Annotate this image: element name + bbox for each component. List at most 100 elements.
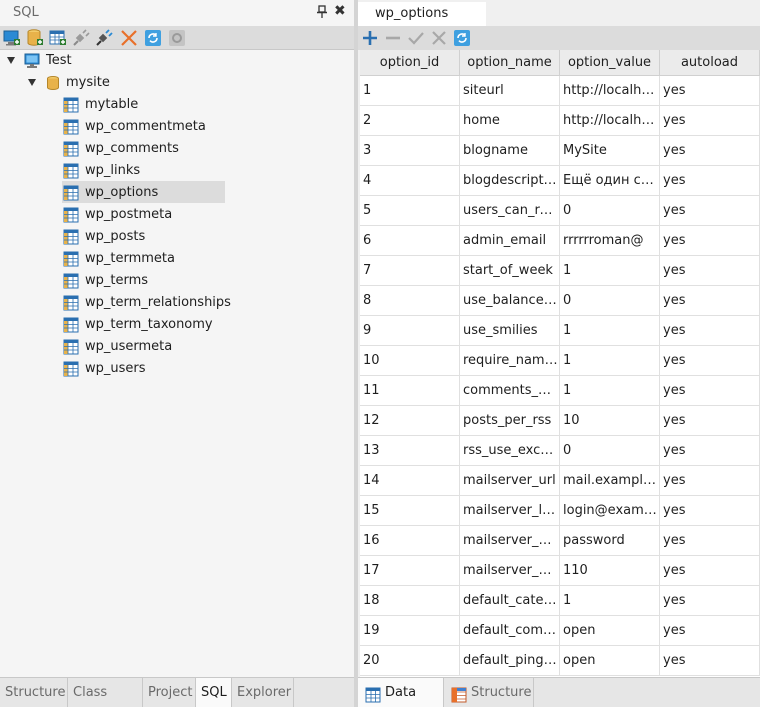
tree-node-table[interactable]: wp_term_relationships (63, 292, 323, 314)
column-header-option-name[interactable]: option_name (460, 50, 560, 76)
cell-option-id[interactable]: 19 (360, 616, 460, 646)
cell-option-name[interactable]: blogdescription (460, 166, 560, 196)
cell-option-id[interactable]: 9 (360, 316, 460, 346)
cell-option-name[interactable]: require_name_email (460, 346, 560, 376)
cell-autoload[interactable]: yes (660, 166, 760, 196)
table-row[interactable]: 6 admin_email rrrrrroman@ yes (360, 226, 760, 256)
cell-option-id[interactable]: 8 (360, 286, 460, 316)
cell-option-value[interactable]: 110 (560, 556, 660, 586)
cell-option-name[interactable]: admin_email (460, 226, 560, 256)
close-icon[interactable]: ✖ (334, 3, 346, 19)
cell-autoload[interactable]: yes (660, 226, 760, 256)
tab-structure-view[interactable]: Structure (444, 678, 534, 707)
table-row[interactable]: 4 blogdescription Ещё один сайт yes (360, 166, 760, 196)
cell-option-id[interactable]: 20 (360, 646, 460, 676)
cell-autoload[interactable]: yes (660, 196, 760, 226)
cell-autoload[interactable]: yes (660, 346, 760, 376)
cell-autoload[interactable]: yes (660, 286, 760, 316)
table-row[interactable]: 2 home http://localhost yes (360, 106, 760, 136)
cell-autoload[interactable]: yes (660, 646, 760, 676)
cell-option-name[interactable]: mailserver_pass (460, 526, 560, 556)
new-connection-icon[interactable] (2, 28, 22, 48)
table-row[interactable]: 18default_category1yes (360, 586, 760, 616)
table-row[interactable]: 1 siteurl http://localhost yes (360, 76, 760, 106)
cell-option-value[interactable]: open (560, 616, 660, 646)
table-row[interactable]: 13 rss_use_excerpt 0 yes (360, 436, 760, 466)
cell-autoload[interactable]: yes (660, 556, 760, 586)
cell-option-value[interactable]: Ещё один сайт (560, 166, 660, 196)
tab-sql[interactable]: SQL (196, 678, 232, 707)
table-row[interactable]: 12 posts_per_rss 10 yes (360, 406, 760, 436)
cell-autoload[interactable]: yes (660, 376, 760, 406)
cell-autoload[interactable]: yes (660, 76, 760, 106)
tree-node-table[interactable]: wp_comments (63, 138, 323, 160)
apply-icon[interactable] (406, 28, 426, 48)
table-row[interactable]: 5users_can_register0yes (360, 196, 760, 226)
cell-autoload[interactable]: yes (660, 466, 760, 496)
cell-option-value[interactable]: MySite (560, 136, 660, 166)
cell-option-name[interactable]: default_comment_status (460, 616, 560, 646)
cell-option-id[interactable]: 10 (360, 346, 460, 376)
cell-autoload[interactable]: yes (660, 106, 760, 136)
cell-option-value[interactable]: 0 (560, 436, 660, 466)
cell-option-value[interactable]: 10 (560, 406, 660, 436)
cell-option-id[interactable]: 18 (360, 586, 460, 616)
add-row-icon[interactable] (360, 28, 380, 48)
tree-node-table[interactable]: wp_postmeta (63, 204, 323, 226)
tab-explorer[interactable]: Explorer (232, 678, 294, 707)
cell-autoload[interactable]: yes (660, 406, 760, 436)
cell-option-name[interactable]: comments_notify (460, 376, 560, 406)
table-row[interactable]: 16 mailserver_pass password yes (360, 526, 760, 556)
table-row[interactable]: 7 start_of_week 1 yes (360, 256, 760, 286)
tree-node-table[interactable]: wp_links (63, 160, 323, 182)
tab-project[interactable]: Project (143, 678, 196, 707)
cell-option-value[interactable]: 1 (560, 586, 660, 616)
cell-option-value[interactable]: 0 (560, 286, 660, 316)
cell-option-id[interactable]: 14 (360, 466, 460, 496)
cell-option-name[interactable]: default_ping_status (460, 646, 560, 676)
cell-option-name[interactable]: use_smilies (460, 316, 560, 346)
cell-option-name[interactable]: mailserver_port (460, 556, 560, 586)
tree-node-table[interactable]: wp_posts (63, 226, 323, 248)
tree-node-table[interactable]: wp_users (63, 358, 323, 380)
table-row[interactable]: 20default_ping_statusopenyes (360, 646, 760, 676)
cell-option-id[interactable]: 17 (360, 556, 460, 586)
column-header-option-value[interactable]: option_value (560, 50, 660, 76)
cell-autoload[interactable]: yes (660, 136, 760, 166)
cell-option-value[interactable]: 1 (560, 346, 660, 376)
remove-row-icon[interactable] (383, 28, 403, 48)
disconnect-icon[interactable] (71, 28, 91, 48)
cell-option-name[interactable]: posts_per_rss (460, 406, 560, 436)
tree-node-table[interactable]: wp_termmeta (63, 248, 323, 270)
cell-option-id[interactable]: 7 (360, 256, 460, 286)
cell-option-name[interactable]: start_of_week (460, 256, 560, 286)
cell-option-name[interactable]: mailserver_url (460, 466, 560, 496)
cell-option-name[interactable]: default_category (460, 586, 560, 616)
cell-option-value[interactable]: password (560, 526, 660, 556)
tree-node-table[interactable]: wp_options (63, 182, 323, 204)
cell-option-name[interactable]: home (460, 106, 560, 136)
cell-option-id[interactable]: 3 (360, 136, 460, 166)
table-row[interactable]: 11comments_notify1yes (360, 376, 760, 406)
column-header-autoload[interactable]: autoload (660, 50, 760, 76)
cell-option-id[interactable]: 1 (360, 76, 460, 106)
cell-autoload[interactable]: yes (660, 586, 760, 616)
cell-option-value[interactable]: open (560, 646, 660, 676)
cell-autoload[interactable]: yes (660, 616, 760, 646)
cell-option-value[interactable]: 1 (560, 376, 660, 406)
tree-node-table[interactable]: wp_commentmeta (63, 116, 323, 138)
cell-option-value[interactable]: http://localhost (560, 106, 660, 136)
table-row[interactable]: 19default_comment_statusopenyes (360, 616, 760, 646)
cell-autoload[interactable]: yes (660, 316, 760, 346)
new-database-icon[interactable] (25, 28, 45, 48)
cell-option-value[interactable]: http://localhost (560, 76, 660, 106)
pin-icon[interactable] (316, 5, 328, 19)
column-header-option-id[interactable]: option_id (360, 50, 460, 76)
tab-class-view[interactable]: Class View (68, 678, 143, 707)
cell-option-value[interactable]: mail.example.com (560, 466, 660, 496)
cell-option-id[interactable]: 6 (360, 226, 460, 256)
settings-icon[interactable] (167, 28, 187, 48)
cell-option-value[interactable]: 1 (560, 256, 660, 286)
expand-arrow-icon[interactable] (28, 79, 36, 86)
cell-option-id[interactable]: 13 (360, 436, 460, 466)
